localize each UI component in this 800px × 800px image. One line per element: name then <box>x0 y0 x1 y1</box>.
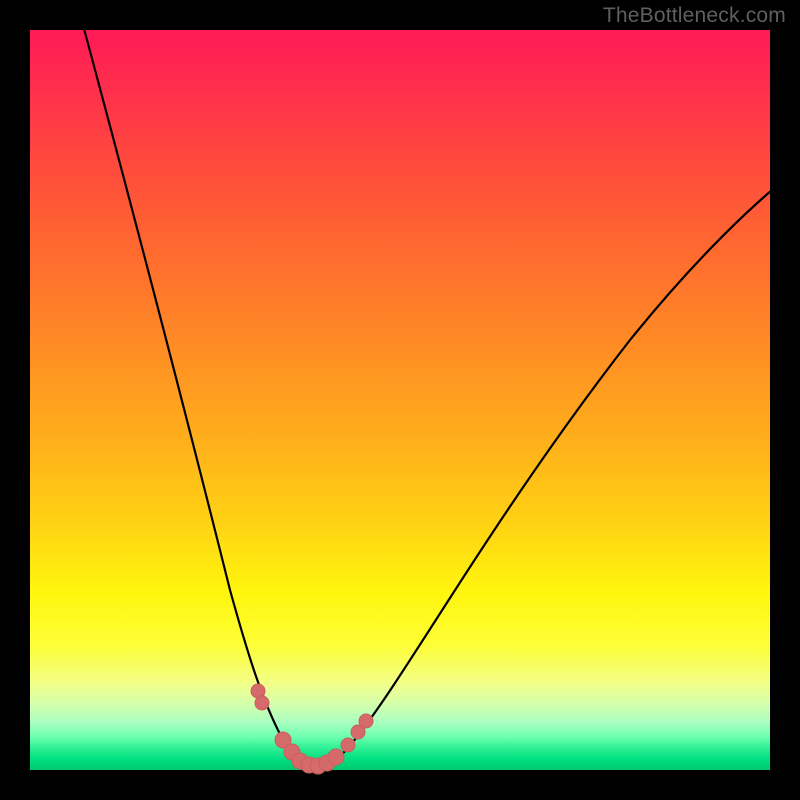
marker-band <box>251 684 373 774</box>
plot-area <box>30 30 770 770</box>
watermark-text: TheBottleneck.com <box>603 4 786 28</box>
bottleneck-curve <box>83 25 772 767</box>
curve-svg <box>30 30 770 770</box>
chart-frame: TheBottleneck.com <box>0 0 800 800</box>
